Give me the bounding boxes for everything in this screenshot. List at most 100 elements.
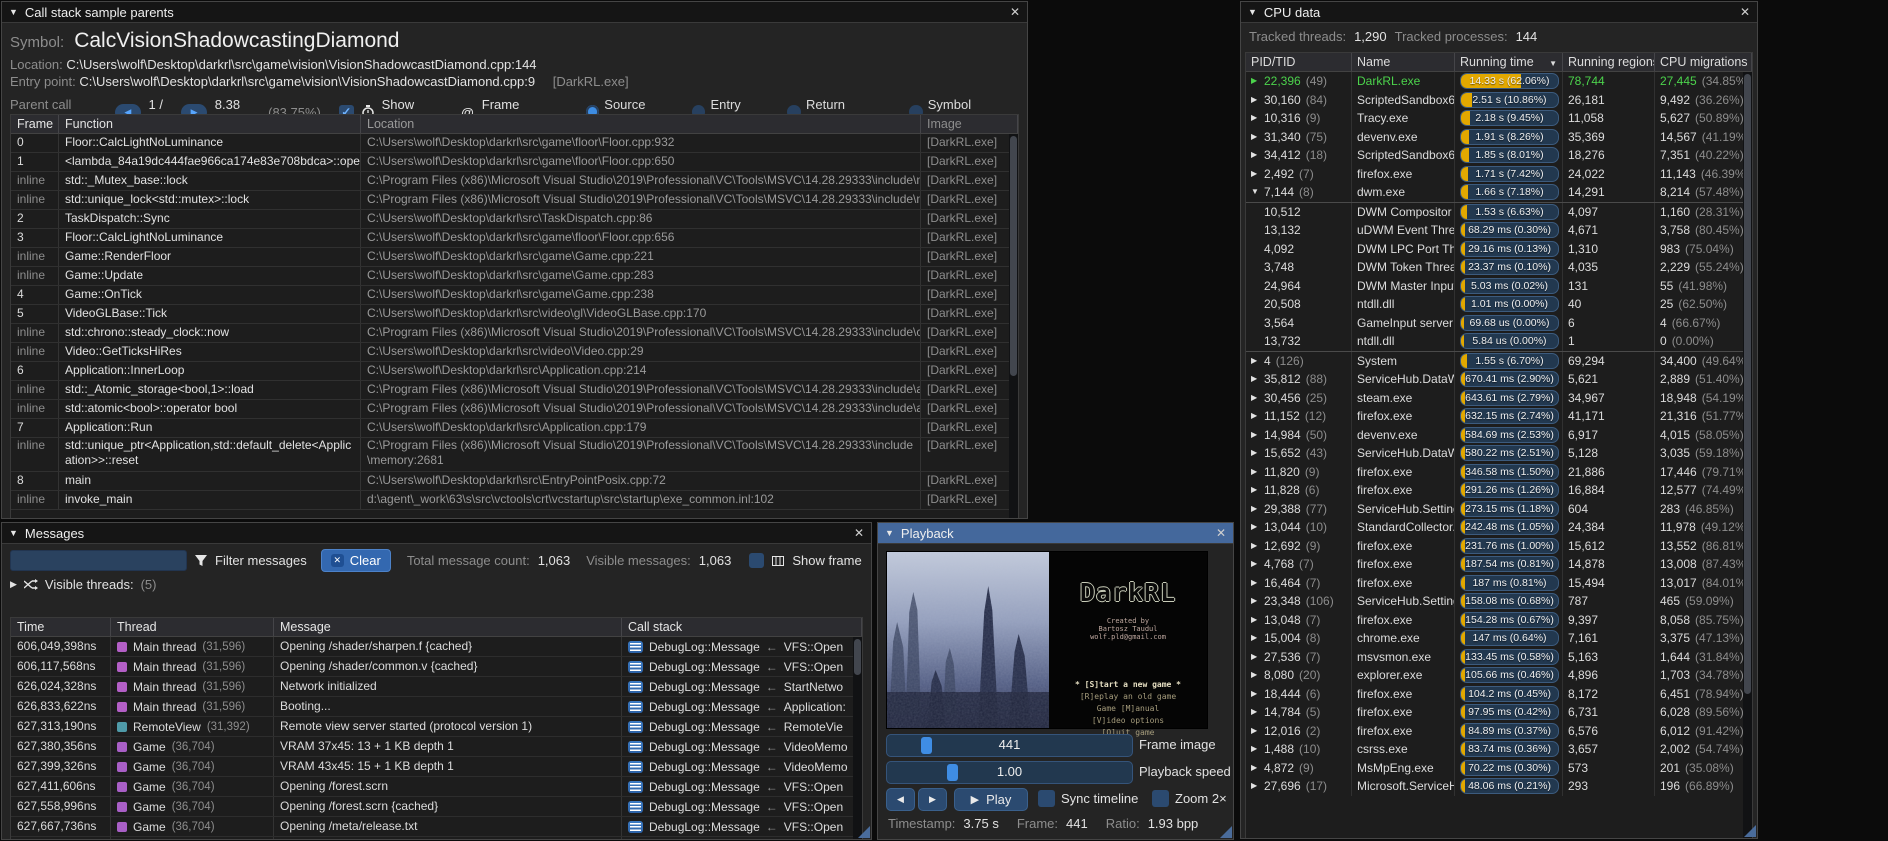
message-callstack[interactable]: DebugLog::Message←RemoteVie xyxy=(622,717,862,736)
frame-image-slider[interactable]: 441 xyxy=(886,734,1133,757)
cpu-process-row[interactable]: ▶18,444(6)firefox.exe104.2 ms (0.45%)8,1… xyxy=(1246,685,1752,704)
cpu-process-row[interactable]: ▶13,048(7)firefox.exe154.28 ms (0.67%)9,… xyxy=(1246,611,1752,630)
expand-icon[interactable]: ▶ xyxy=(1251,592,1259,610)
expand-icon[interactable]: ▶ xyxy=(1251,740,1259,758)
col-time[interactable]: Time xyxy=(11,618,111,636)
clear-button[interactable]: ✕ Clear xyxy=(321,549,391,572)
expand-icon[interactable]: ▶ xyxy=(1251,703,1259,721)
expand-icon[interactable]: ▶ xyxy=(1251,648,1259,666)
collapse-icon[interactable]: ▼ xyxy=(9,7,18,17)
col-running-regions[interactable]: Running regions xyxy=(1563,53,1655,71)
cpu-process-row[interactable]: ▶4,768(7)firefox.exe187.54 ms (0.81%)14,… xyxy=(1246,555,1752,574)
callstack-row[interactable]: 6Application::InnerLoopC:\Users\wolf\Des… xyxy=(11,362,1018,381)
expand-icon[interactable]: ▶ xyxy=(1251,165,1259,183)
resize-grip[interactable] xyxy=(1744,825,1756,837)
message-callstack[interactable]: DebugLog::Message←VFS::Open xyxy=(622,797,862,816)
cpu-process-row[interactable]: ▶11,820(9)firefox.exe346.58 ms (1.50%)21… xyxy=(1246,463,1752,482)
expand-icon[interactable]: ▶ xyxy=(1251,463,1259,481)
message-callstack[interactable]: DebugLog::Message←IntroMenu:: xyxy=(622,837,862,839)
col-image[interactable]: Image xyxy=(921,115,1018,133)
message-callstack[interactable]: DebugLog::Message←VideoMemo xyxy=(622,757,862,776)
cpu-process-row[interactable]: ▶11,828(6)firefox.exe291.26 ms (1.26%)16… xyxy=(1246,481,1752,500)
message-row[interactable]: 627,411,606nsGame(36,704)Opening /forest… xyxy=(11,777,862,797)
message-row[interactable]: 627,667,736nsGame(36,704)Opening /meta/r… xyxy=(11,817,862,837)
col-frame[interactable]: Frame xyxy=(11,115,59,133)
cpu-process-row[interactable]: ▶30,456(25)steam.exe643.61 ms (2.79%)34,… xyxy=(1246,389,1752,408)
close-icon[interactable]: ✕ xyxy=(1740,5,1750,19)
expand-icon[interactable]: ▶ xyxy=(1251,685,1259,703)
expand-icon[interactable]: ▶ xyxy=(1251,666,1259,684)
callstack-row[interactable]: inlineinvoke_maind:\agent\_work\63\s\src… xyxy=(11,491,1018,510)
callstack-row[interactable]: 4Game::OnTickC:\Users\wolf\Desktop\darkr… xyxy=(11,286,1018,305)
play-button[interactable]: ▶ Play xyxy=(954,788,1028,811)
playback-titlebar[interactable]: ▼ Playback ✕ xyxy=(878,523,1233,544)
filter-input[interactable] xyxy=(10,550,187,571)
cpu-process-row[interactable]: ▶12,016(2)firefox.exe84.89 ms (0.37%)6,5… xyxy=(1246,722,1752,741)
message-callstack[interactable]: DebugLog::Message←StartNetwo xyxy=(622,677,862,696)
resize-grip[interactable] xyxy=(858,826,870,838)
close-icon[interactable]: ✕ xyxy=(854,526,864,540)
cpu-process-row[interactable]: 10,512DWM Compositor Thread1.53 s (6.63%… xyxy=(1246,202,1752,222)
cpu-process-row[interactable]: ▶14,984(50)devenv.exe584.69 ms (2.53%)6,… xyxy=(1246,426,1752,445)
callstack-icon[interactable] xyxy=(628,641,643,653)
expand-icon[interactable]: ▶ xyxy=(1251,629,1259,647)
cpu-process-row[interactable]: ▶16,464(7)firefox.exe187 ms (0.81%)15,49… xyxy=(1246,574,1752,593)
expand-icon[interactable]: ▶ xyxy=(1251,109,1259,127)
cpu-process-row[interactable]: 20,508ntdll.dll1.01 ms (0.00%)4025(62.50… xyxy=(1246,295,1752,314)
message-row[interactable]: 627,380,356nsGame(36,704)VRAM 37x45: 13 … xyxy=(11,737,862,757)
close-icon[interactable]: ✕ xyxy=(1216,526,1226,540)
cpu-process-row[interactable]: ▶30,160(84)ScriptedSandbox64.exe2.51 s (… xyxy=(1246,91,1752,110)
zoom-checkbox[interactable] xyxy=(1152,790,1169,807)
message-row[interactable]: 606,117,568nsMain thread(31,596)Opening … xyxy=(11,657,862,677)
callstack-icon[interactable] xyxy=(628,761,643,773)
callstack-row[interactable]: 8mainC:\Users\wolf\Desktop\darkrl\src\En… xyxy=(11,472,1018,491)
cpu-process-row[interactable]: ▶34,412(18)ScriptedSandbox64.exe1.85 s (… xyxy=(1246,146,1752,165)
cpu-process-row[interactable]: ▶14,784(5)firefox.exe97.95 ms (0.42%)6,7… xyxy=(1246,703,1752,722)
message-row[interactable]: 627,831,246nsGame(36,704)Intro menu load… xyxy=(11,837,862,839)
expand-icon[interactable]: ▶ xyxy=(1251,555,1259,573)
collapse-icon[interactable]: ▼ xyxy=(1248,7,1257,17)
callstack-icon[interactable] xyxy=(628,661,643,673)
cpu-process-row[interactable]: 24,964DWM Master Input Threa5.03 ms (0.0… xyxy=(1246,277,1752,296)
cpu-process-row[interactable]: 3,748DWM Token Thread23.37 ms (0.10%)4,0… xyxy=(1246,258,1752,277)
expand-icon[interactable]: ▶ xyxy=(1251,759,1259,777)
cpu-process-row[interactable]: ▶27,696(17)Microsoft.ServiceHub.Co48.06 … xyxy=(1246,777,1752,796)
expand-icon[interactable]: ▶ xyxy=(1251,777,1259,795)
callstack-row[interactable]: 2TaskDispatch::SyncC:\Users\wolf\Desktop… xyxy=(11,210,1018,229)
callstack-icon[interactable] xyxy=(628,781,643,793)
messages-scrollbar[interactable] xyxy=(853,637,862,839)
expand-icon[interactable]: ▶ xyxy=(10,579,17,590)
show-frame-label[interactable]: Show frame xyxy=(792,553,861,568)
callstack-row[interactable]: inlinestd::unique_lock<std::mutex>::lock… xyxy=(11,191,1018,210)
callstack-icon[interactable] xyxy=(628,681,643,693)
callstack-row[interactable]: 5VideoGLBase::TickC:\Users\wolf\Desktop\… xyxy=(11,305,1018,324)
callstack-row[interactable]: 7Application::RunC:\Users\wolf\Desktop\d… xyxy=(11,419,1018,438)
cpu-process-row[interactable]: ▶11,152(12)firefox.exe632.15 ms (2.74%)4… xyxy=(1246,407,1752,426)
message-callstack[interactable]: DebugLog::Message←VideoMemo xyxy=(622,737,862,756)
callstack-row[interactable]: inlineVideo::GetTicksHiResC:\Users\wolf\… xyxy=(11,343,1018,362)
expand-icon[interactable]: ▶ xyxy=(1251,128,1259,146)
cpu-process-row[interactable]: 4,092DWM LPC Port Thread29.16 ms (0.13%)… xyxy=(1246,240,1752,259)
callstack-icon[interactable] xyxy=(628,721,643,733)
cpu-process-row[interactable]: ▶15,004(8)chrome.exe147 ms (0.64%)7,1613… xyxy=(1246,629,1752,648)
col-callstack[interactable]: Call stack xyxy=(622,618,862,636)
callstack-row[interactable]: 0Floor::CalcLightNoLuminanceC:\Users\wol… xyxy=(11,134,1018,153)
message-row[interactable]: 626,024,328nsMain thread(31,596)Network … xyxy=(11,677,862,697)
callstack-scrollbar[interactable] xyxy=(1009,134,1018,518)
resize-grip[interactable] xyxy=(1220,826,1232,838)
message-callstack[interactable]: DebugLog::Message←VFS::Open xyxy=(622,777,862,796)
cpu-process-row[interactable]: ▶10,316(9)Tracy.exe2.18 s (9.45%)11,0585… xyxy=(1246,109,1752,128)
col-location[interactable]: Location xyxy=(361,115,921,133)
expand-icon[interactable]: ▶ xyxy=(1251,722,1259,740)
callstack-row[interactable]: inlinestd::unique_ptr<Application,std::d… xyxy=(11,438,1018,472)
show-frame-checkbox[interactable] xyxy=(749,553,764,568)
message-row[interactable]: 627,558,996nsGame(36,704)Opening /forest… xyxy=(11,797,862,817)
callstack-row[interactable]: inlinestd::atomic<bool>::operator boolC:… xyxy=(11,400,1018,419)
cpu-process-row[interactable]: ▶13,044(10)StandardCollector.Servic242.4… xyxy=(1246,518,1752,537)
expand-icon[interactable]: ▶ xyxy=(1251,611,1259,629)
cpu-titlebar[interactable]: ▼ CPU data ✕ xyxy=(1241,2,1757,23)
expand-icon[interactable]: ▶ xyxy=(1251,389,1259,407)
cpu-process-row[interactable]: ▶1,488(10)csrss.exe83.74 ms (0.36%)3,657… xyxy=(1246,740,1752,759)
step-forward-button[interactable]: ▶ xyxy=(918,788,947,811)
callstack-icon[interactable] xyxy=(628,821,643,833)
